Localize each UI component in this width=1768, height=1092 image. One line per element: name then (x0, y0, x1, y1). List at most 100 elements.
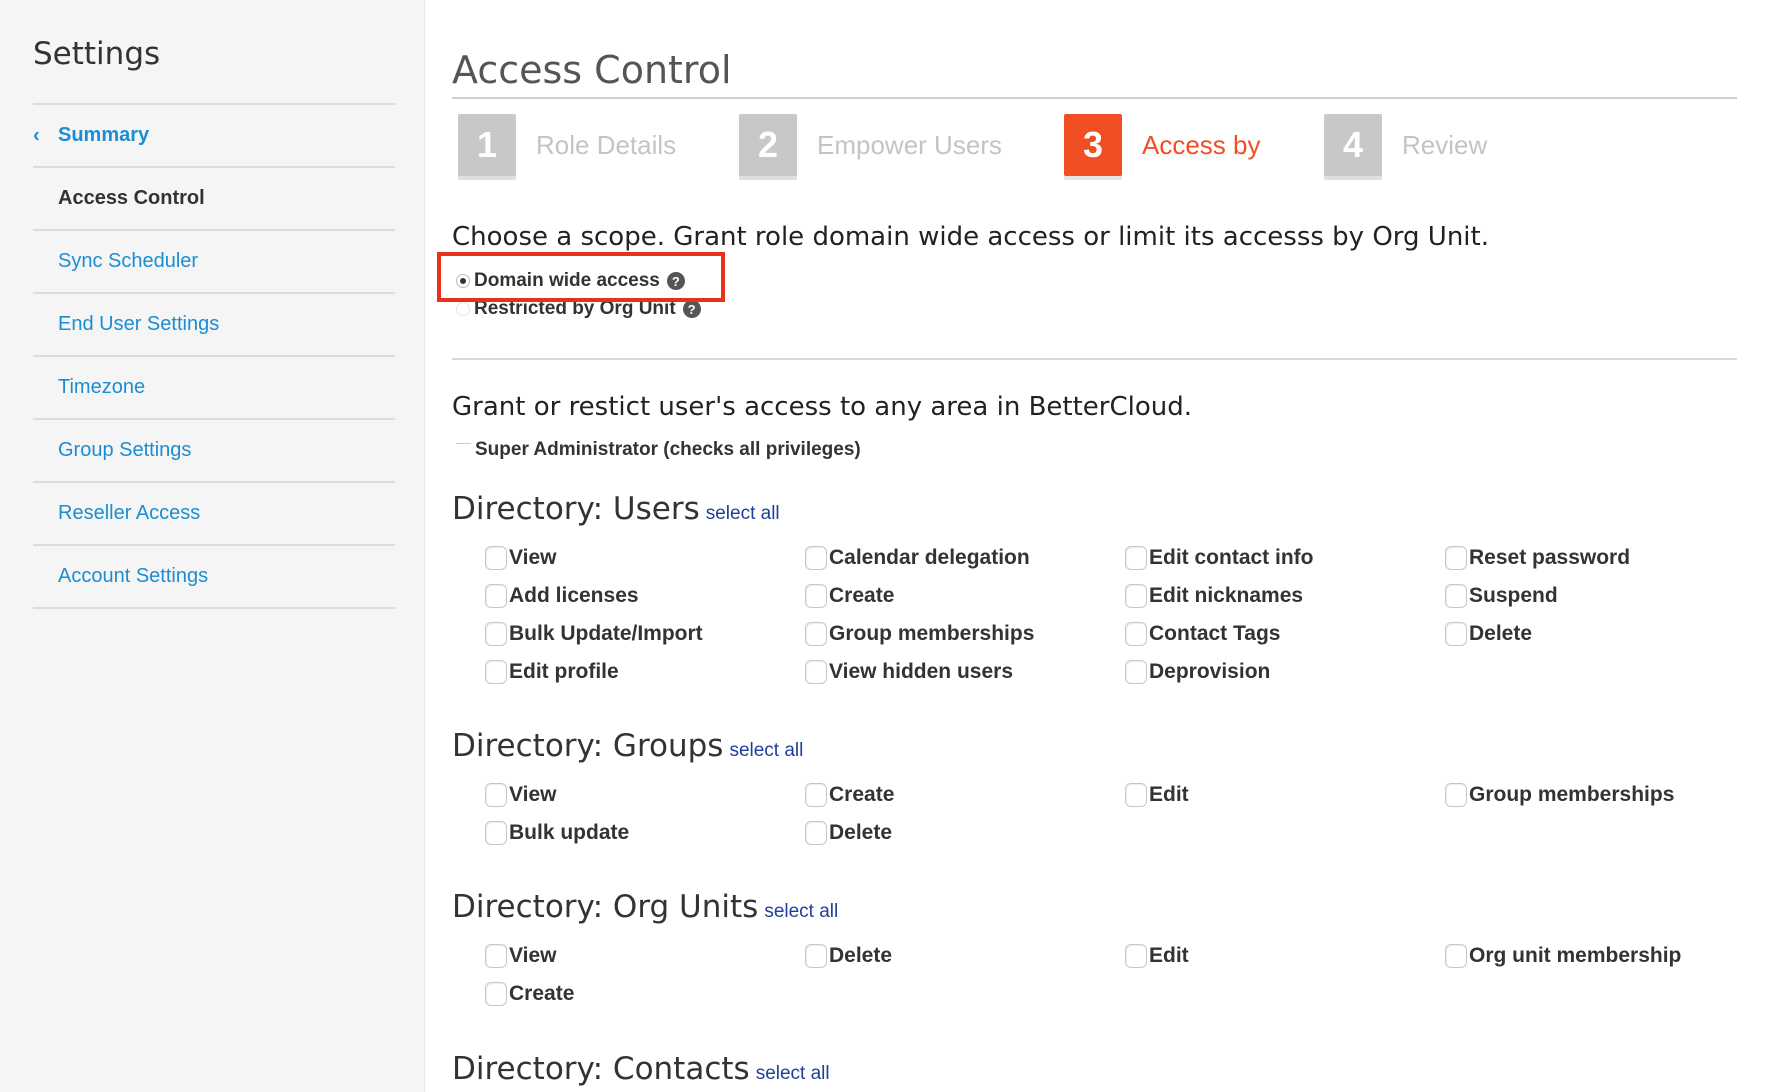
checkbox[interactable] (1125, 622, 1147, 646)
restricted-org-unit-radio[interactable] (456, 302, 470, 316)
main-content: Access Control 1 Role Details 2 Empower … (437, 0, 1737, 1092)
permission-label: Edit contact info (1149, 546, 1314, 569)
checkbox[interactable] (1125, 783, 1147, 807)
permission-item[interactable]: Edit profile (485, 659, 805, 685)
permission-item[interactable]: Create (805, 782, 1125, 808)
checkbox[interactable] (805, 546, 827, 570)
permission-item[interactable]: Contact Tags (1125, 621, 1445, 647)
permission-item[interactable]: Delete (805, 820, 1125, 846)
permission-item[interactable]: Add licenses (485, 583, 805, 609)
step-label: Empower Users (817, 129, 1002, 160)
permission-item[interactable]: Suspend (1445, 583, 1737, 609)
checkbox[interactable] (805, 660, 827, 684)
sidebar-item-access-control[interactable]: Access Control (33, 168, 395, 231)
permission-label: Suspend (1469, 584, 1558, 607)
permission-label: Deprovision (1149, 660, 1271, 683)
permission-label: Delete (829, 821, 893, 844)
permission-item[interactable]: Edit (1125, 943, 1445, 969)
permission-item[interactable]: Calendar delegation (805, 545, 1125, 571)
checkbox[interactable] (485, 584, 507, 608)
permission-label: View (509, 944, 557, 967)
checkbox[interactable] (1445, 944, 1467, 968)
permission-label: Edit (1149, 783, 1189, 806)
checkbox[interactable] (805, 584, 827, 608)
step-review[interactable]: 4 Review (1324, 112, 1487, 178)
sidebar-back-summary[interactable]: ‹ Summary (33, 105, 395, 168)
select-all-link[interactable]: select all (764, 901, 838, 922)
checkbox[interactable] (1125, 660, 1147, 684)
checkbox[interactable] (485, 982, 507, 1006)
select-all-link[interactable]: select all (756, 1063, 830, 1084)
sidebar-item-end-user-settings[interactable]: End User Settings (33, 294, 395, 357)
highlight-annotation-box (437, 252, 725, 302)
checkbox[interactable] (1125, 546, 1147, 570)
permission-label: View (509, 783, 557, 806)
permission-item[interactable]: Delete (805, 943, 1125, 969)
sidebar-item-reseller-access[interactable]: Reseller Access (33, 483, 395, 546)
title-divider (452, 97, 1737, 99)
checkbox[interactable] (805, 783, 827, 807)
select-all-link[interactable]: select all (729, 740, 803, 761)
sidebar-item-account-settings[interactable]: Account Settings (33, 546, 395, 609)
permission-label: Create (829, 584, 895, 607)
permission-label: Reset password (1469, 546, 1631, 569)
permission-item[interactable]: Edit nicknames (1125, 583, 1445, 609)
permission-item[interactable]: Group memberships (1445, 782, 1737, 808)
permission-label: Delete (829, 944, 893, 967)
permission-item[interactable]: View (485, 545, 805, 571)
permission-item[interactable]: View (485, 782, 805, 808)
step-access-by[interactable]: 3 Access by (1064, 112, 1261, 178)
permission-item[interactable]: Create (805, 583, 1125, 609)
sidebar-item-group-settings[interactable]: Group Settings (33, 420, 395, 483)
checkbox[interactable] (1445, 584, 1467, 608)
permission-item[interactable]: Edit (1125, 782, 1445, 808)
checkbox[interactable] (1445, 622, 1467, 646)
section-title-contacts: Directory: Contacts select all (452, 1051, 830, 1087)
permission-item[interactable]: View hidden users (805, 659, 1125, 685)
permission-item[interactable]: Deprovision (1125, 659, 1445, 685)
permission-label: Group memberships (1469, 783, 1675, 806)
section-title-users: Directory: Users select all (452, 491, 780, 527)
permission-item[interactable]: Edit contact info (1125, 545, 1445, 571)
permission-label: Add licenses (509, 584, 639, 607)
checkbox[interactable] (805, 944, 827, 968)
permission-item[interactable]: Org unit membership (1445, 943, 1737, 969)
checkbox[interactable] (485, 660, 507, 684)
permission-label: Create (829, 783, 895, 806)
permission-item[interactable]: Delete (1445, 621, 1737, 647)
step-empower-users[interactable]: 2 Empower Users (739, 112, 1002, 178)
permission-item[interactable]: Create (485, 981, 805, 1007)
permission-item[interactable]: Reset password (1445, 545, 1737, 571)
checkbox[interactable] (485, 944, 507, 968)
permission-item[interactable]: Bulk update (485, 820, 805, 846)
section-title-groups: Directory: Groups select all (452, 728, 803, 764)
step-role-details[interactable]: 1 Role Details (458, 112, 676, 178)
checkbox[interactable] (485, 546, 507, 570)
permission-item[interactable]: Bulk Update/Import (485, 621, 805, 647)
permission-label: Group memberships (829, 622, 1035, 645)
section-divider (452, 358, 1737, 360)
checkbox[interactable] (805, 821, 827, 845)
sidebar-item-label: Reseller Access (58, 502, 201, 524)
checkbox[interactable] (1125, 944, 1147, 968)
help-icon[interactable]: ? (682, 300, 701, 318)
sidebar-item-timezone[interactable]: Timezone (33, 357, 395, 420)
permission-item[interactable]: Group memberships (805, 621, 1125, 647)
select-all-link[interactable]: select all (706, 503, 780, 524)
permissions-groups: View Bulk update Create Delete Edit Grou… (485, 782, 1737, 846)
checkbox[interactable] (1125, 584, 1147, 608)
section-title-text: Directory: Users (452, 491, 700, 527)
super-admin-option[interactable]: Super Administrator (checks all privileg… (456, 439, 861, 461)
permission-label: Calendar delegation (829, 546, 1030, 569)
checkbox[interactable] (1445, 783, 1467, 807)
checkbox[interactable] (805, 622, 827, 646)
checkbox[interactable] (1445, 546, 1467, 570)
sidebar-item-sync-scheduler[interactable]: Sync Scheduler (33, 231, 395, 294)
checkbox[interactable] (485, 622, 507, 646)
step-label: Review (1402, 129, 1488, 160)
permission-label: Contact Tags (1149, 622, 1281, 645)
checkbox[interactable] (485, 821, 507, 845)
checkbox[interactable] (485, 783, 507, 807)
super-admin-checkbox[interactable] (456, 442, 471, 458)
permission-item[interactable]: View (485, 943, 805, 969)
